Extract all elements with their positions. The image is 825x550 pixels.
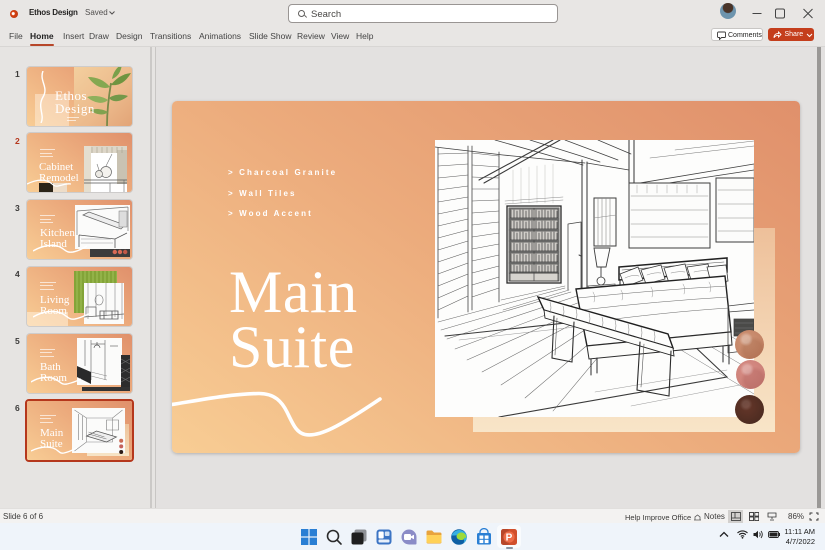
svg-text:P: P	[506, 532, 513, 543]
